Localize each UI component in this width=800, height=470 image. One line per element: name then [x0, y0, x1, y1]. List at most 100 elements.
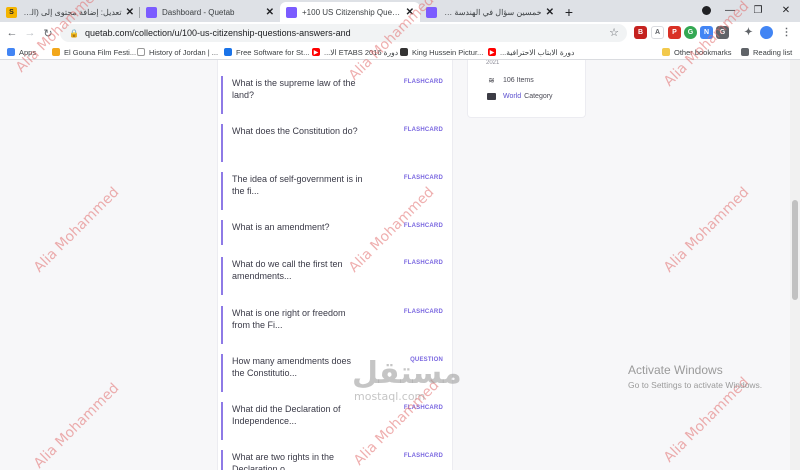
bookmark-label: دورة الابتاب الاحترافية... [500, 47, 575, 57]
bookmark-etabs[interactable]: ▶ دورة ETABS 2016 الا... [312, 46, 398, 58]
extension-icon[interactable]: N [700, 26, 713, 39]
item-type-label: FLASHCARD [403, 309, 443, 315]
close-icon[interactable]: ✕ [406, 7, 414, 18]
list-item[interactable]: What is an amendment? FLASHCARD [221, 220, 443, 245]
list-item[interactable]: What are two rights in the Declaration o… [221, 450, 443, 470]
list-item[interactable]: What do we call the first ten amendments… [221, 257, 443, 295]
extensions-puzzle-icon[interactable]: ✦ [742, 26, 755, 39]
list-item[interactable]: The idea of self-government is in the fi… [221, 172, 443, 210]
bookmark-icon [52, 48, 60, 56]
mostaql-domain: mostaql.com [354, 390, 426, 403]
bookmark-label: Reading list [753, 47, 793, 57]
bookmark-reading-list[interactable]: Reading list [741, 46, 792, 58]
tab-2-title: Dashboard - Quetab [162, 7, 235, 17]
item-type-label: FLASHCARD [403, 223, 443, 229]
bookmark-label: Apps [19, 47, 37, 57]
activate-windows-subtitle: Go to Settings to activate Windows. [628, 380, 763, 390]
mostaql-watermark: مستقل mostaql.com [352, 356, 462, 403]
tab-3-favicon [286, 6, 297, 18]
bookmarks-bar: Apps El Gouna Film Festi... History of J… [0, 44, 800, 60]
pdf-extension-icon[interactable]: P [668, 26, 681, 39]
question-text: What do we call the first ten amendments… [232, 259, 343, 281]
list-item[interactable]: What does the Constitution do? FLASHCARD [221, 124, 443, 162]
item-type-label: FLASHCARD [403, 127, 443, 133]
bookmark-el-gouna[interactable]: El Gouna Film Festi... [52, 46, 136, 58]
question-text: What does the Constitution do? [232, 126, 358, 136]
bookmark-label: Free Software for St... [236, 47, 310, 57]
address-bar[interactable]: 🔒 quetab.com/collection/u/100-us-citizen… [60, 24, 627, 42]
items-count-row: ≋ 106 Items [487, 75, 534, 85]
category-link[interactable]: World [503, 93, 521, 100]
back-icon[interactable]: ← [3, 24, 21, 42]
items-count: 106 Items [503, 76, 534, 84]
page-content: What is the supreme law of the land? FLA… [0, 60, 790, 470]
item-type-label: FLASHCARD [403, 260, 443, 266]
question-list: What is the supreme law of the land? FLA… [217, 60, 453, 470]
tab-2[interactable]: Dashboard - Quetab ✕ [140, 2, 280, 22]
activate-windows-title: Activate Windows [628, 363, 723, 377]
bookmark-apps[interactable]: Apps [7, 46, 36, 58]
extension-icon[interactable]: B [634, 26, 647, 39]
bookmark-label: El Gouna Film Festi... [64, 47, 137, 57]
tab-4-favicon [426, 6, 437, 18]
tab-strip: S تعديل: إضافة محتوى إلى (الووردبر... ✕ … [0, 0, 800, 22]
bookmark-history-jordan[interactable]: History of Jordan | ... [137, 46, 218, 58]
bookmark-icon [137, 48, 145, 56]
bookmark-icon [224, 48, 232, 56]
bookmark-label: History of Jordan | ... [149, 47, 219, 57]
question-text: What are two rights in the Declaration o… [232, 452, 335, 470]
minimize-icon[interactable]: — [716, 0, 744, 20]
avatar[interactable] [760, 26, 773, 39]
tab-1-favicon: S [6, 6, 17, 18]
folder-icon [487, 92, 496, 100]
new-tab-button[interactable]: + [560, 2, 578, 22]
forward-icon[interactable]: → [21, 24, 39, 42]
url-text: quetab.com/collection/u/100-us-citizensh… [84, 28, 351, 38]
tab-1[interactable]: S تعديل: إضافة محتوى إلى (الووردبر... ✕ [0, 2, 140, 22]
bookmark-label: Other bookmarks [674, 47, 732, 57]
page-scrollbar[interactable] [790, 60, 800, 470]
question-text: What is one right or freedom from the Fi… [232, 308, 346, 330]
bookmark-star-icon[interactable]: ☆ [609, 26, 619, 39]
collection-info-card: 2021 ≋ 106 Items World Category [467, 60, 586, 118]
extension-icon[interactable]: G [716, 26, 729, 39]
question-text: How many amendments does the Constitutio… [232, 356, 352, 378]
bookmark-label: دورة ETABS 2016 الا... [324, 47, 399, 57]
scrollbar-thumb[interactable] [792, 200, 798, 300]
close-icon[interactable]: ✕ [126, 7, 134, 18]
mostaql-arabic-logo: مستقل [352, 356, 462, 391]
window-close-icon[interactable]: ✕ [772, 0, 800, 20]
category-label: Category [524, 92, 553, 100]
bookmark-etabs-pro[interactable]: ▶ دورة الابتاب الاحترافية... [488, 46, 574, 58]
tab-4-title: خمسين سؤال في الهندسة المدنية [442, 7, 542, 17]
item-type-label: FLASHCARD [403, 79, 443, 85]
activate-windows-notice: Activate Windows Go to Settings to activ… [628, 363, 762, 390]
list-item[interactable]: What is one right or freedom from the Fi… [221, 306, 443, 344]
folder-icon [662, 48, 670, 56]
bookmark-free-software[interactable]: Free Software for St... [224, 46, 309, 58]
bookmark-label: King Hussein Pictur... [412, 47, 484, 57]
close-icon[interactable]: ✕ [546, 7, 554, 18]
bookmark-other[interactable]: Other bookmarks [662, 46, 732, 58]
category-row: World Category [487, 92, 553, 100]
item-type-label: FLASHCARD [403, 453, 443, 459]
extension-icon[interactable]: G [684, 26, 697, 39]
layers-icon: ≋ [488, 75, 495, 85]
close-icon[interactable]: ✕ [266, 7, 274, 18]
question-text: What is an amendment? [232, 222, 330, 232]
question-text: What did the Declaration of Independence… [232, 404, 341, 426]
reading-list-icon [741, 48, 749, 56]
item-type-label: FLASHCARD [403, 175, 443, 181]
restore-icon[interactable]: ❐ [744, 0, 772, 20]
list-item[interactable]: What is the supreme law of the land? FLA… [221, 76, 443, 114]
reload-icon[interactable]: ↻ [39, 24, 57, 42]
extension-icon[interactable]: A [651, 26, 664, 39]
question-text: What is the supreme law of the land? [232, 78, 356, 100]
list-item[interactable]: What did the Declaration of Independence… [221, 402, 443, 440]
bookmark-king-hussein[interactable]: King Hussein Pictur... [400, 46, 483, 58]
menu-kebab-icon[interactable]: ⋮ [780, 26, 793, 39]
youtube-icon: ▶ [488, 48, 496, 56]
tab-3-active[interactable]: +100 US Citizenship Questions ✕ [280, 2, 420, 22]
tab-3-title: +100 US Citizenship Questions [302, 7, 402, 17]
tab-4[interactable]: خمسين سؤال في الهندسة المدنية ✕ [420, 2, 560, 22]
